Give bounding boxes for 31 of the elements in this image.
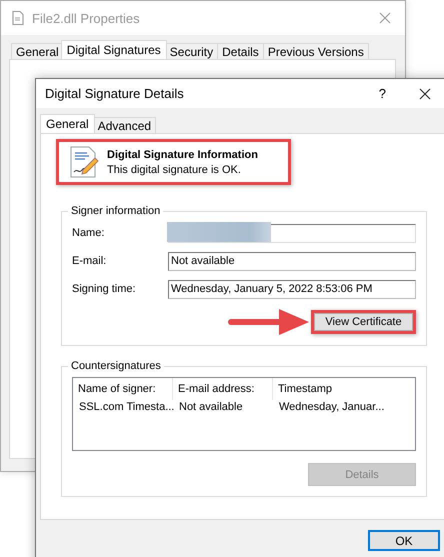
close-icon[interactable] [419,88,431,100]
field-label: Signing time: [72,283,137,295]
list-row[interactable]: SSL.com Timesta... Not available Wednesday, Januar... [73,400,415,414]
info-title: Digital Signature Information [107,148,258,160]
group-title: Countersignatures [70,360,162,372]
tab[interactable]: Digital Signatures [60,40,167,59]
signed-document-icon [69,146,99,178]
list-cell-text: Wednesday, Januar... [278,400,386,414]
tab[interactable]: Previous Versions [262,43,369,59]
list-cell-text: SSL.com Timesta... [78,400,173,414]
dialog-title: Digital Signature Details [45,86,185,101]
view-certificate-button[interactable]: View Certificate [314,313,413,331]
group-title: Signer information [70,205,162,217]
info-message: This digital signature is OK. [107,164,242,176]
column-header[interactable]: Timestamp [273,378,415,400]
tab[interactable]: General [11,43,64,59]
tab[interactable]: Details [217,43,264,59]
list-cell-text: Not available [178,400,244,414]
text-field[interactable]: Wednesday, January 5, 2022 8:53:06 PM [168,280,416,298]
tab[interactable]: Advanced [92,117,156,133]
ok-button[interactable]: OK [368,530,440,551]
tab[interactable]: General [40,114,95,133]
column-header[interactable]: Name of signer: [73,378,173,400]
window-title: File2.dll Properties [32,10,141,26]
text-field[interactable]: Not available [168,252,416,270]
file-icon [12,11,24,25]
field-label: Name: [72,227,106,239]
help-button[interactable]: ? [378,86,386,101]
tab[interactable]: Security [164,43,218,59]
column-header[interactable]: E-mail address: [173,378,273,400]
field-label: E-mail: [72,255,108,267]
